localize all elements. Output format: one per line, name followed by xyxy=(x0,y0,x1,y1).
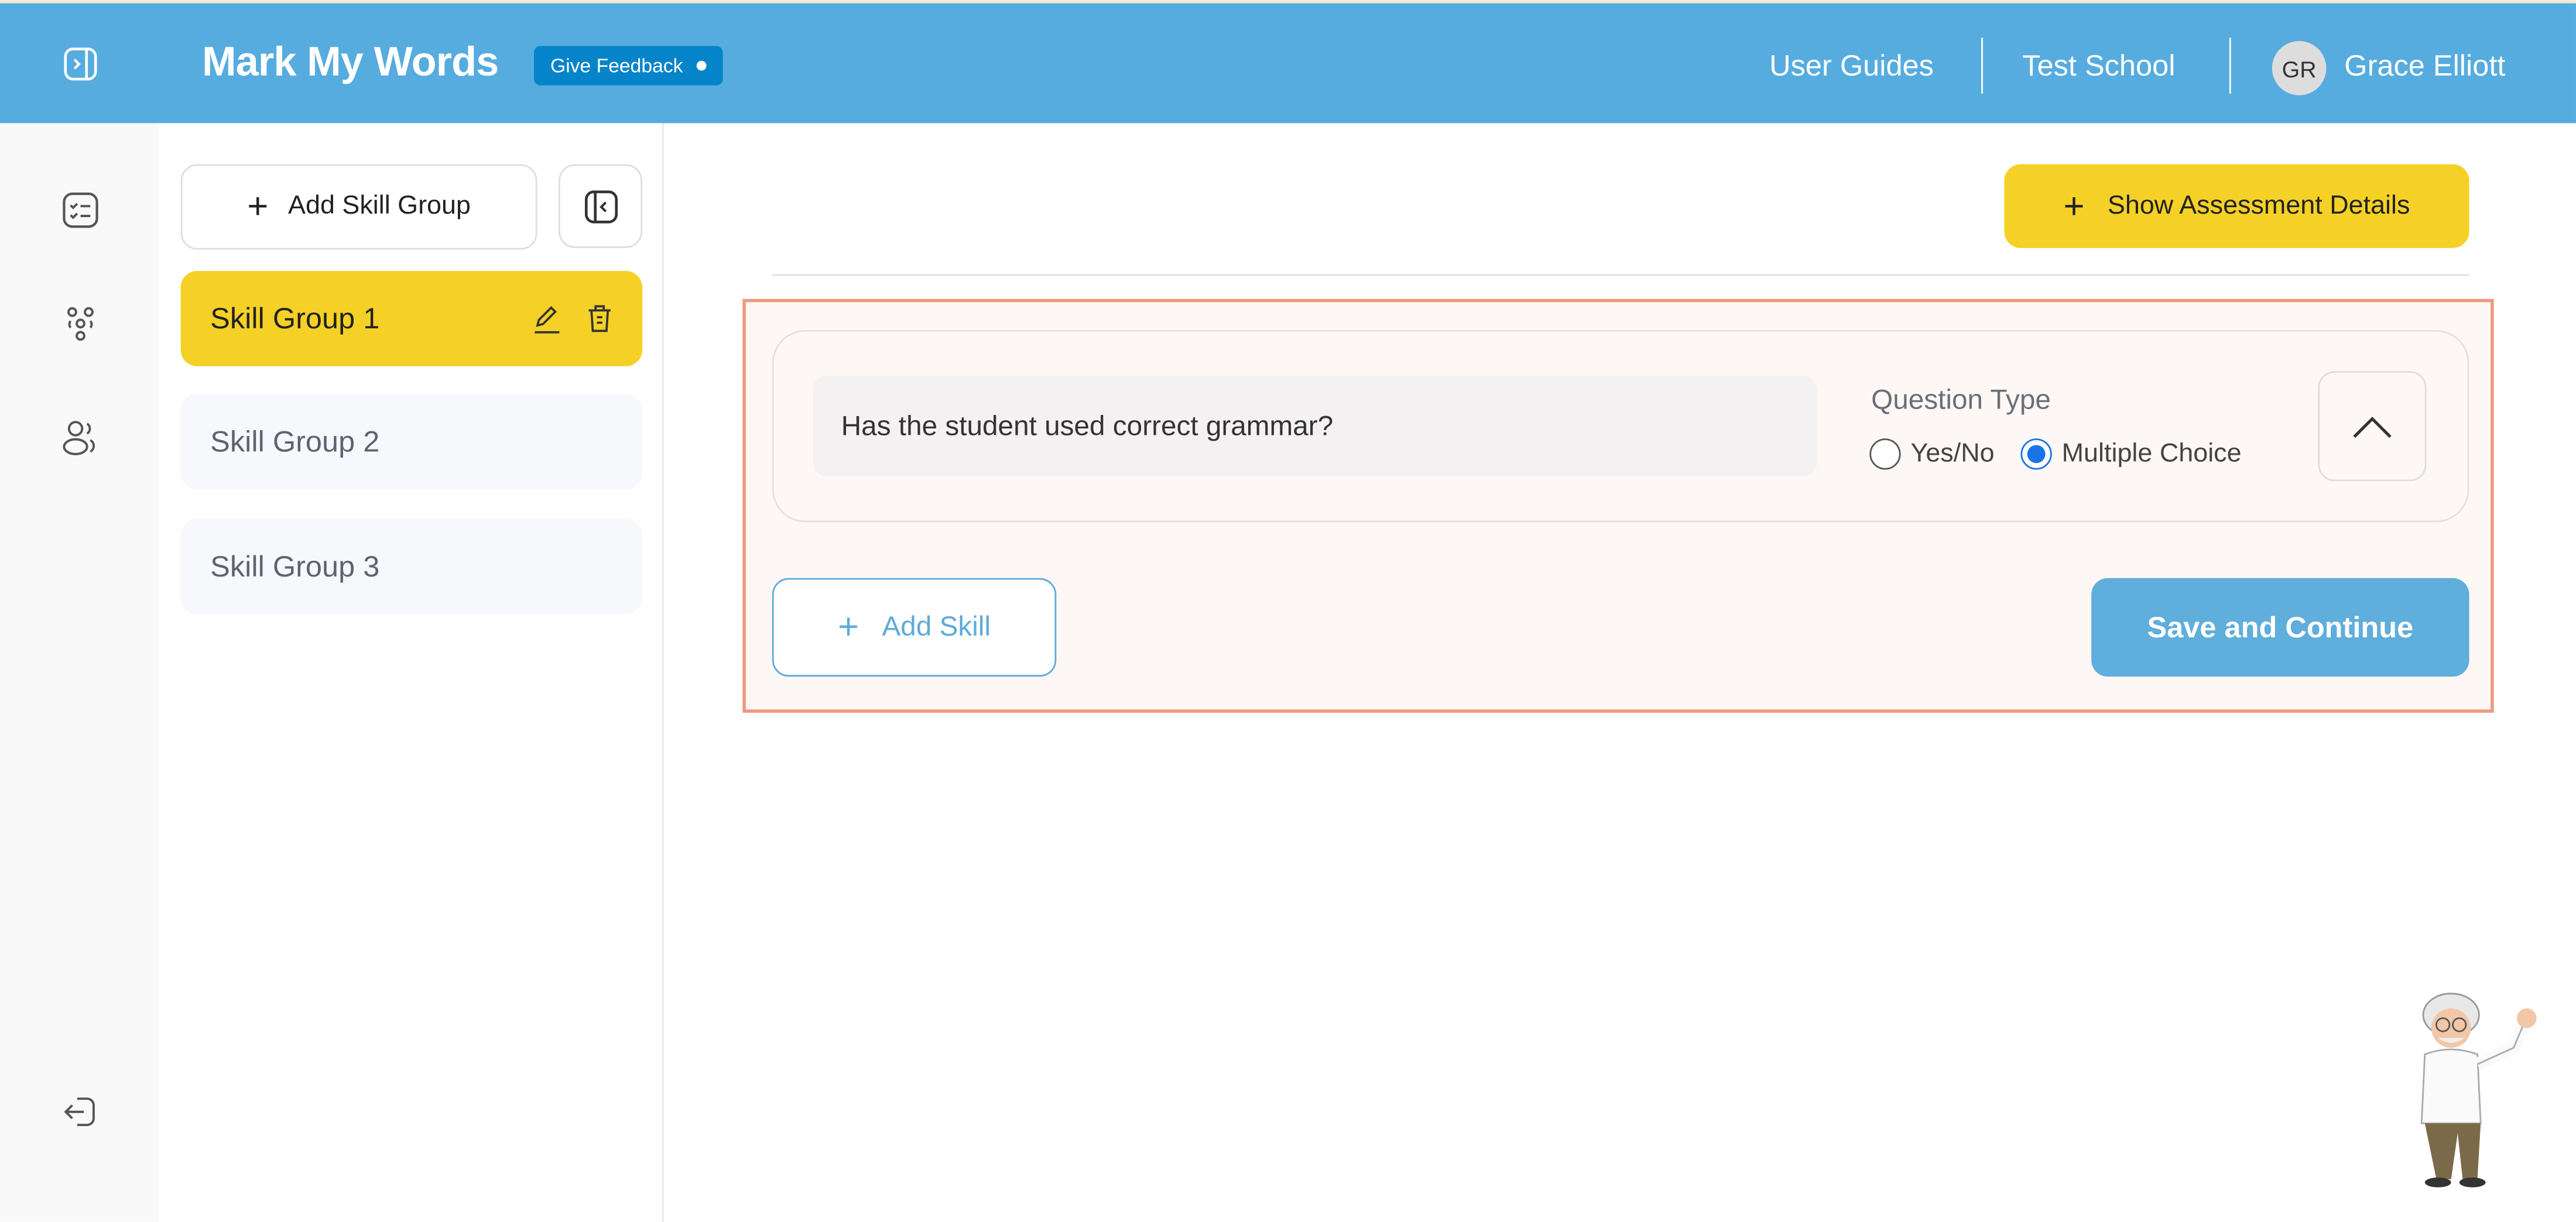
sidebar-item-skill-group-3[interactable]: Skill Group 3 xyxy=(180,519,643,615)
trash-icon[interactable] xyxy=(583,302,616,335)
user-name[interactable]: Grace Elliott xyxy=(2344,49,2505,84)
mascot-image[interactable] xyxy=(2402,986,2550,1191)
radio-label: Yes/No xyxy=(1910,439,1995,468)
school-link[interactable]: Test School xyxy=(2022,49,2175,84)
checklist-icon[interactable] xyxy=(61,191,100,230)
plus-icon: + xyxy=(247,186,269,227)
radio-circle[interactable] xyxy=(1869,438,1901,470)
question-type-label: Question Type xyxy=(1871,384,2051,416)
skill-group-label: Skill Group 3 xyxy=(210,549,380,582)
user-guides-link[interactable]: User Guides xyxy=(1769,49,1934,84)
question-input[interactable] xyxy=(813,376,1817,476)
icon-rail xyxy=(0,123,160,1222)
show-assessment-details-button[interactable]: + Show Assessment Details xyxy=(2004,164,2469,248)
sidebar-item-skill-group-1[interactable]: Skill Group 1 xyxy=(180,271,643,366)
sidebar-item-skill-group-2[interactable]: Skill Group 2 xyxy=(180,394,643,490)
divider xyxy=(1981,37,1983,94)
avatar[interactable]: GR xyxy=(2272,41,2327,95)
plus-icon: + xyxy=(838,606,859,647)
radio-multiple-choice[interactable]: Multiple Choice xyxy=(2020,438,2242,470)
radio-yes-no[interactable]: Yes/No xyxy=(1869,438,1995,470)
logout-icon[interactable] xyxy=(61,1092,100,1131)
give-feedback-label: Give Feedback xyxy=(550,54,683,77)
radio-circle-selected[interactable] xyxy=(2020,438,2052,470)
edit-icon[interactable] xyxy=(530,302,563,335)
top-header: Mark My Words Give Feedback User Guides … xyxy=(0,0,2576,123)
plus-icon: + xyxy=(2063,184,2085,226)
add-skill-group-label: Add Skill Group xyxy=(288,192,471,221)
save-and-continue-button[interactable]: Save and Continue xyxy=(2091,578,2469,677)
app-title: Mark My Words xyxy=(202,39,499,85)
collapse-skill-button[interactable] xyxy=(2318,371,2427,482)
add-skill-label: Add Skill xyxy=(882,610,991,643)
sidebar-expand-icon[interactable] xyxy=(63,46,99,83)
chevron-up-icon xyxy=(2353,416,2392,437)
radio-label: Multiple Choice xyxy=(2061,439,2242,468)
add-skill-group-button[interactable]: + Add Skill Group xyxy=(180,164,537,250)
groups-icon[interactable] xyxy=(61,304,100,343)
skill-group-label: Skill Group 1 xyxy=(210,301,380,335)
users-icon[interactable] xyxy=(61,419,100,458)
dot-icon xyxy=(696,60,706,71)
divider xyxy=(772,274,2469,276)
divider xyxy=(2229,37,2231,94)
sidebar-collapse-icon xyxy=(584,190,617,223)
collapse-sidebar-button[interactable] xyxy=(559,164,643,248)
add-skill-button[interactable]: + Add Skill xyxy=(772,578,1057,677)
skill-group-label: Skill Group 2 xyxy=(210,424,380,458)
show-details-label: Show Assessment Details xyxy=(2107,191,2410,219)
give-feedback-button[interactable]: Give Feedback xyxy=(533,46,722,85)
